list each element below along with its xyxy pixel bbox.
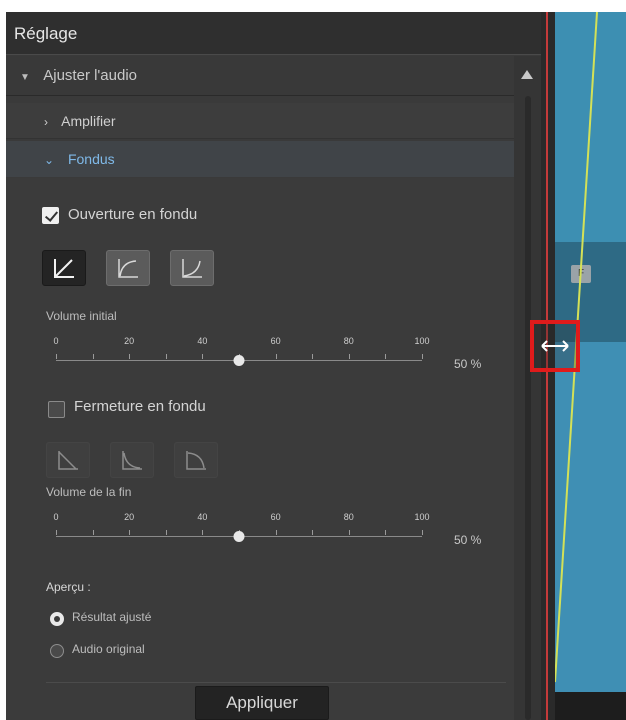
- fade-out-curve-log-icon: [122, 451, 142, 470]
- section-adjust-audio-label: Ajuster l'audio: [43, 67, 137, 84]
- chevron-down-icon: ⌄: [44, 153, 55, 167]
- fade-out-slider-tick-label: 20: [124, 512, 135, 522]
- fade-settings: Ouverture en fondu Volume initial 0 20 40 6…: [6, 178, 514, 720]
- fade-out-volume-slider[interactable]: 0 20 40 60 80 100: [53, 512, 430, 548]
- fade-out-slider-tick-mark: [348, 530, 350, 535]
- fade-out-curve-exp-button[interactable]: [174, 442, 218, 478]
- fade-out-slider-tick-mark: [56, 530, 57, 535]
- fade-in-volume-value: 50 %: [454, 357, 482, 371]
- fade-in-curve-log-button[interactable]: [106, 250, 150, 286]
- scroll-thumb[interactable]: [525, 96, 531, 720]
- fade-out-curve-linear-icon: [58, 451, 78, 470]
- apply-button[interactable]: Appliquer: [195, 686, 329, 720]
- panel-scrollbar[interactable]: [514, 56, 541, 720]
- fade-out-slider-tick-mark: [165, 530, 167, 535]
- fade-in-curve-linear-button[interactable]: [42, 250, 86, 286]
- fade-in-slider-tick-label: 60: [270, 336, 281, 346]
- fade-out-volume-value: 50 %: [454, 533, 482, 547]
- fade-out-slider-tick-mark: [422, 530, 423, 535]
- fade-in-slider-tick-mark: [165, 354, 167, 359]
- fade-in-slider-thumb[interactable]: [233, 355, 245, 366]
- fade-curve-log-icon: [118, 259, 138, 278]
- fade-in-curve-exp-button[interactable]: [170, 250, 214, 286]
- fade-in-slider-tick-mark: [275, 354, 277, 359]
- fade-out-slider-tick-label: 40: [197, 512, 208, 522]
- scroll-up-icon[interactable]: [521, 70, 533, 79]
- divider: [46, 682, 506, 683]
- chevron-down-icon: ▼: [20, 72, 30, 83]
- fade-out-slider-tick-label: 0: [53, 512, 59, 522]
- fade-in-slider-tick-label: 40: [197, 336, 208, 346]
- subsection-amplifier-label: Amplifier: [61, 113, 116, 129]
- fade-out-curve-log-button[interactable]: [110, 442, 154, 478]
- fade-out-slider-tick-mark: [129, 530, 131, 535]
- fade-in-slider-tick-mark: [202, 354, 204, 359]
- fade-in-checkbox[interactable]: [42, 207, 59, 224]
- fade-in-slider-tick-mark: [385, 354, 387, 359]
- fade-curve-linear-icon: [54, 259, 74, 278]
- fade-out-curve-exp-icon: [186, 451, 206, 470]
- subsection-fondus-label: Fondus: [67, 151, 115, 167]
- fade-out-slider-tick-label: 100: [414, 512, 430, 522]
- fade-out-slider-thumb[interactable]: [233, 531, 245, 542]
- subsection-fondus[interactable]: ⌄ Fondus: [6, 141, 514, 177]
- fade-in-slider-tick-label: 0: [53, 336, 59, 346]
- fade-out-slider-tick-label: 60: [270, 512, 281, 522]
- preview-option-original-radio[interactable]: [50, 644, 64, 658]
- fade-out-curve-linear-button[interactable]: [46, 442, 90, 478]
- preview-label: Aperçu :: [46, 580, 91, 594]
- fade-in-slider-tick-label: 80: [343, 336, 354, 346]
- horizontal-resize-icon: [541, 340, 569, 352]
- fade-in-slider-tick-mark: [312, 354, 314, 359]
- fade-in-slider-tick-mark: [92, 354, 94, 359]
- fade-in-slider-tick-label: 20: [124, 336, 135, 346]
- fade-in-volume-slider[interactable]: 0 20 40 60 80 100: [53, 336, 430, 372]
- fade-in-slider-tick-mark: [422, 354, 423, 359]
- fade-out-slider-tick-mark: [275, 530, 277, 535]
- fade-in-label: Ouverture en fondu: [68, 206, 198, 223]
- preview-option-adjusted-label: Résultat ajusté: [72, 610, 152, 624]
- fade-out-slider-tick-mark: [312, 530, 314, 535]
- fade-curve-exp-icon: [182, 259, 202, 278]
- fade-out-slider-tick-label: 80: [343, 512, 354, 522]
- fade-out-label: Fermeture en fondu: [74, 398, 206, 415]
- fade-in-slider-tick-mark: [348, 354, 350, 359]
- subsection-amplifier[interactable]: › Amplifier: [6, 103, 514, 139]
- preview-option-original-label: Audio original: [72, 642, 145, 656]
- chevron-right-icon: ›: [44, 115, 48, 129]
- fade-out-volume-label: Volume de la fin: [46, 485, 132, 499]
- fade-out-slider-tick-mark: [385, 530, 387, 535]
- fade-out-checkbox[interactable]: [48, 401, 65, 418]
- fade-out-slider-tick-mark: [92, 530, 94, 535]
- fade-in-slider-tick-mark: [56, 354, 57, 359]
- adjustment-panel: Réglage ▼ Ajuster l'audio › Amplifier ⌄ …: [6, 12, 541, 720]
- resize-highlight: [530, 320, 580, 372]
- panel-title: Réglage: [6, 12, 541, 55]
- fade-out-slider-tick-mark: [202, 530, 204, 535]
- fade-in-volume-label: Volume initial: [46, 309, 117, 323]
- fade-in-slider-tick-label: 100: [414, 336, 430, 346]
- fade-in-slider-tick-mark: [129, 354, 131, 359]
- section-adjust-audio[interactable]: ▼ Ajuster l'audio: [6, 56, 514, 96]
- preview-option-adjusted-radio[interactable]: [50, 612, 64, 626]
